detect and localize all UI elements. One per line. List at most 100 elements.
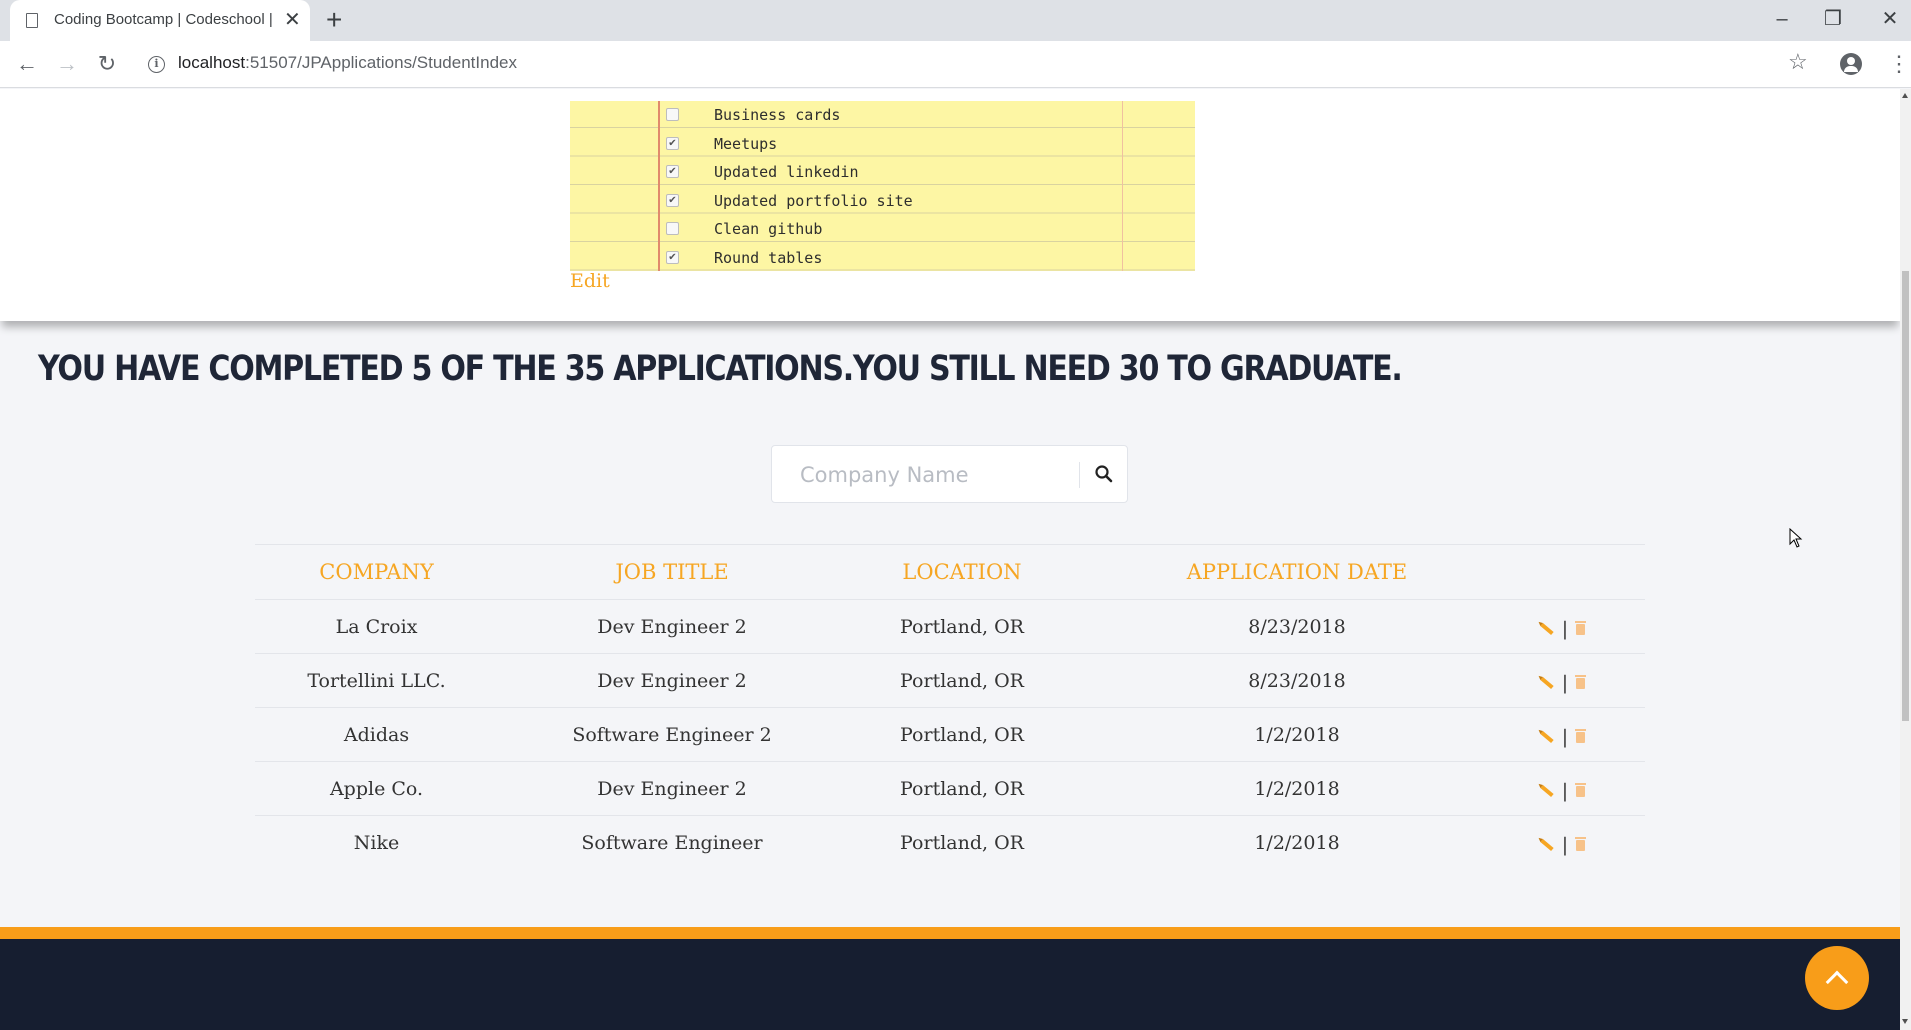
location-cell: Portland, OR: [846, 599, 1078, 654]
header-location[interactable]: LOCATION: [846, 544, 1078, 600]
application-date-cell: 8/23/2018: [1078, 599, 1516, 654]
table-row: Apple Co. Dev Engineer 2 Portland, OR 1/2/2…: [255, 761, 1645, 816]
search-icon: [1095, 465, 1113, 483]
checkbox-checked[interactable]: ✔: [666, 165, 679, 178]
edit-checklist-link[interactable]: Edit: [570, 270, 610, 292]
search-divider: [1079, 462, 1080, 488]
search-button[interactable]: [1084, 454, 1124, 494]
url-field[interactable]: localhost:51507/JPApplications/StudentIn…: [178, 53, 517, 73]
edit-pencil-icon[interactable]: [1540, 784, 1554, 797]
location-cell: Portland, OR: [846, 653, 1078, 708]
edit-pencil-icon[interactable]: [1540, 676, 1554, 689]
new-tab-button[interactable]: +: [326, 4, 342, 36]
checkbox-unchecked[interactable]: [666, 108, 679, 121]
page-scrollbar[interactable]: [1900, 89, 1911, 1030]
row-actions: |: [1516, 815, 1645, 870]
checklist-item: Clean github: [570, 215, 1195, 243]
company-cell: Apple Co.: [255, 761, 498, 816]
scroll-up-arrow-icon[interactable]: [1902, 93, 1908, 98]
table-row: La Croix Dev Engineer 2 Portland, OR 8/23/2…: [255, 599, 1645, 654]
delete-trash-icon[interactable]: [1575, 729, 1587, 743]
checklist-item-label: Updated portfolio site: [714, 191, 913, 210]
company-cell: Adidas: [255, 707, 498, 762]
minimize-button[interactable]: –: [1762, 4, 1802, 34]
delete-trash-icon[interactable]: [1575, 783, 1587, 797]
checkbox-unchecked[interactable]: [666, 222, 679, 235]
action-separator: |: [1561, 617, 1569, 640]
action-separator: |: [1561, 779, 1569, 802]
job-title-cell: Software Engineer 2: [498, 707, 846, 762]
forward-arrow-icon[interactable]: →: [52, 49, 82, 79]
action-separator: |: [1561, 833, 1569, 856]
address-bar: ← → ↻ i localhost:51507/JPApplications/S…: [0, 41, 1911, 88]
progress-headline: YOU HAVE COMPLETED 5 OF THE 35 APPLICATI…: [38, 349, 1403, 389]
checkbox-checked[interactable]: ✔: [666, 136, 679, 150]
application-date-cell: 1/2/2018: [1078, 815, 1516, 870]
checklist-item-label: Meetups: [714, 134, 778, 153]
company-cell: Nike: [255, 815, 498, 870]
application-date-cell: 8/23/2018: [1078, 653, 1516, 708]
table-header-row: COMPANY JOB TITLE LOCATION APPLICATION D…: [255, 544, 1645, 600]
row-actions: |: [1516, 653, 1645, 708]
delete-trash-icon[interactable]: [1575, 837, 1587, 852]
checklist-section: Business cards ✔ Meetups ✔ Updated linkedin ✔…: [0, 89, 1900, 321]
reload-icon[interactable]: ↻: [92, 49, 122, 79]
job-title-cell: Software Engineer: [498, 815, 846, 870]
footer-accent-stripe: [0, 927, 1900, 939]
company-search: [771, 445, 1128, 503]
job-title-cell: Dev Engineer 2: [498, 599, 846, 654]
action-separator: |: [1561, 725, 1569, 748]
scrollbar-thumb[interactable]: [1902, 271, 1909, 721]
job-title-cell: Dev Engineer 2: [498, 653, 846, 708]
application-date-cell: 1/2/2018: [1078, 707, 1516, 762]
notepad-checklist: Business cards ✔ Meetups ✔ Updated linkedin ✔…: [570, 101, 1195, 271]
edit-pencil-icon[interactable]: [1540, 730, 1554, 743]
close-tab-icon[interactable]: ✕: [284, 8, 301, 32]
location-cell: Portland, OR: [846, 815, 1078, 870]
row-actions: |: [1516, 599, 1645, 654]
tab-title: Coding Bootcamp | Codeschool |: [54, 11, 273, 28]
company-search-input[interactable]: [800, 460, 1070, 490]
company-cell: La Croix: [255, 599, 498, 654]
job-title-cell: Dev Engineer 2: [498, 761, 846, 816]
checklist-item: ✔ Round tables: [570, 244, 1195, 272]
delete-trash-icon[interactable]: [1575, 621, 1587, 635]
page-icon: [26, 13, 38, 28]
header-job-title[interactable]: JOB TITLE: [498, 544, 846, 600]
back-to-top-button[interactable]: [1805, 946, 1869, 1010]
header-application-date[interactable]: APPLICATION DATE: [1078, 544, 1516, 600]
restore-button[interactable]: ❐: [1813, 4, 1853, 34]
site-info-icon[interactable]: i: [148, 56, 165, 73]
header-company[interactable]: COMPANY: [255, 544, 498, 600]
browser-tab-strip: Coding Bootcamp | Codeschool | ✕ + – ❐ ✕: [0, 0, 1911, 41]
header-actions: [1516, 544, 1645, 600]
checkbox-checked[interactable]: ✔: [666, 193, 679, 207]
checklist-item: ✔ Updated linkedin: [570, 158, 1195, 186]
table-row: Adidas Software Engineer 2 Portland, OR 1/2…: [255, 707, 1645, 762]
bookmark-star-icon[interactable]: ☆: [1788, 49, 1808, 75]
row-actions: |: [1516, 707, 1645, 762]
applications-table: COMPANY JOB TITLE LOCATION APPLICATION D…: [255, 544, 1645, 870]
edit-pencil-icon[interactable]: [1540, 622, 1554, 635]
location-cell: Portland, OR: [846, 707, 1078, 762]
checklist-item-label: Updated linkedin: [714, 163, 859, 181]
back-arrow-icon[interactable]: ←: [12, 49, 42, 79]
footer: [0, 939, 1900, 1030]
row-actions: |: [1516, 761, 1645, 816]
checklist-item: Business cards: [570, 101, 1195, 129]
checklist-item: ✔ Meetups: [570, 130, 1195, 158]
browser-menu-icon[interactable]: ⋮: [1888, 49, 1910, 79]
edit-pencil-icon[interactable]: [1540, 838, 1554, 851]
url-path: :51507/JPApplications/StudentIndex: [245, 53, 517, 72]
checkbox-checked[interactable]: ✔: [666, 250, 679, 264]
table-row: Tortellini LLC. Dev Engineer 2 Portland, O…: [255, 653, 1645, 708]
account-icon[interactable]: [1840, 53, 1862, 75]
url-host: localhost: [178, 53, 246, 72]
checklist-item-label: Round tables: [714, 248, 823, 267]
browser-tab[interactable]: Coding Bootcamp | Codeschool | ✕: [10, 0, 310, 41]
window-close-button[interactable]: ✕: [1870, 4, 1910, 34]
page-viewport: Business cards ✔ Meetups ✔ Updated linkedin ✔…: [0, 89, 1900, 1030]
scroll-down-arrow-icon[interactable]: [1902, 1019, 1908, 1024]
location-cell: Portland, OR: [846, 761, 1078, 816]
delete-trash-icon[interactable]: [1575, 675, 1587, 689]
